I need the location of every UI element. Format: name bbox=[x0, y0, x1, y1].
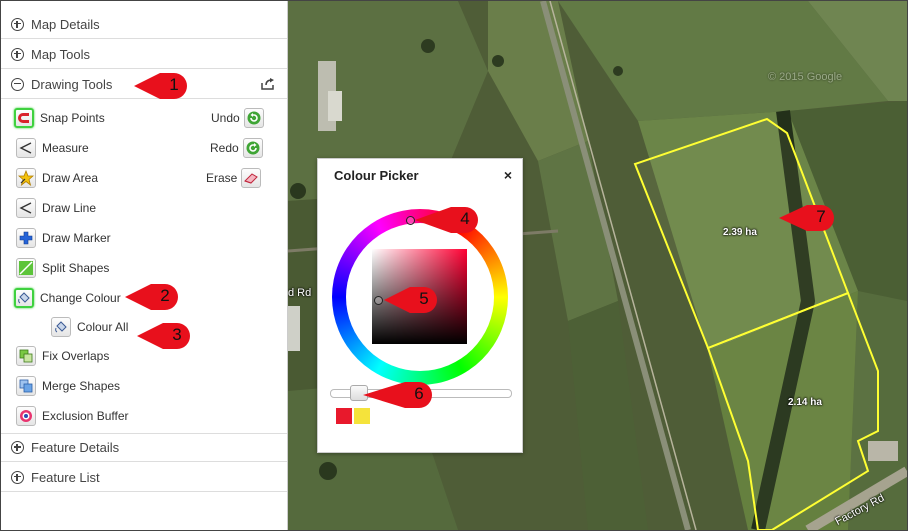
callout-number: 1 bbox=[169, 75, 179, 94]
tool-label: Draw Line bbox=[42, 201, 97, 215]
tool-label: Change Colour bbox=[40, 291, 121, 305]
callout-1: 1 bbox=[134, 72, 188, 100]
callout-number: 7 bbox=[816, 207, 826, 226]
tool-label: Erase bbox=[206, 171, 238, 185]
plus-circle-icon bbox=[11, 17, 24, 31]
hue-marker[interactable] bbox=[406, 216, 415, 225]
section-label: Map Tools bbox=[31, 46, 91, 62]
tool-label: Colour All bbox=[77, 320, 129, 334]
tool-label: Fix Overlaps bbox=[42, 349, 110, 363]
close-icon[interactable]: × bbox=[504, 167, 512, 183]
paint-bucket-icon bbox=[14, 288, 34, 308]
tool-draw-marker[interactable]: Draw Marker bbox=[16, 226, 111, 250]
tool-change-colour[interactable]: Change Colour bbox=[14, 286, 121, 310]
section-map-details[interactable]: Map Details bbox=[1, 10, 287, 39]
callout-number: 6 bbox=[414, 384, 424, 403]
tool-label: Split Shapes bbox=[42, 261, 110, 275]
callout-6: 6 bbox=[363, 381, 433, 409]
callout-5: 5 bbox=[384, 286, 438, 314]
dialog-title: Colour Picker bbox=[334, 168, 419, 183]
tool-label: Merge Shapes bbox=[42, 379, 121, 393]
callout-number: 5 bbox=[419, 289, 429, 308]
tool-fix-overlaps[interactable]: Fix Overlaps bbox=[16, 344, 109, 368]
callout-4: 4 bbox=[415, 206, 479, 234]
tool-merge-shapes[interactable]: Merge Shapes bbox=[16, 374, 120, 398]
tool-snap-points[interactable]: Snap Points bbox=[14, 106, 105, 130]
redo-icon bbox=[242, 138, 263, 158]
section-map-tools[interactable]: Map Tools bbox=[1, 40, 287, 69]
area-label: 2.14 ha bbox=[788, 397, 822, 408]
callout-number: 4 bbox=[460, 209, 470, 228]
tool-colour-all[interactable]: Colour All bbox=[51, 315, 128, 339]
tool-redo[interactable]: Redo bbox=[210, 137, 263, 159]
split-shapes-icon bbox=[16, 258, 36, 278]
callout-2: 2 bbox=[125, 283, 179, 311]
map-watermark: © 2015 Google bbox=[768, 71, 843, 83]
draw-line-icon bbox=[16, 198, 36, 218]
merge-icon bbox=[16, 376, 36, 396]
colour-swatch-outline[interactable] bbox=[354, 408, 370, 424]
section-label: Feature List bbox=[31, 469, 100, 485]
tool-label: Measure bbox=[42, 141, 89, 155]
tool-draw-area[interactable]: Draw Area bbox=[16, 166, 98, 190]
tool-measure[interactable]: Measure bbox=[16, 136, 89, 160]
colour-marker[interactable] bbox=[374, 296, 383, 305]
measure-icon bbox=[16, 138, 36, 158]
plus-circle-icon bbox=[11, 470, 24, 484]
section-label: Map Details bbox=[31, 16, 100, 32]
section-label: Feature Details bbox=[31, 440, 120, 455]
callout-7: 7 bbox=[779, 204, 835, 232]
tool-label: Draw Marker bbox=[42, 231, 111, 245]
tool-label: Undo bbox=[211, 111, 240, 125]
paint-bucket-icon bbox=[51, 317, 71, 337]
tool-label: Redo bbox=[210, 141, 239, 155]
draw-area-icon bbox=[16, 168, 36, 188]
section-feature-details[interactable]: Feature Details bbox=[1, 433, 287, 462]
undo-icon bbox=[243, 108, 264, 128]
section-feature-list[interactable]: Feature List bbox=[1, 463, 287, 492]
tool-label: Draw Area bbox=[42, 171, 99, 185]
callout-number: 2 bbox=[160, 286, 170, 305]
plus-circle-icon bbox=[11, 47, 24, 61]
tool-label: Snap Points bbox=[40, 111, 105, 125]
eraser-icon bbox=[241, 168, 262, 188]
tool-split-shapes[interactable]: Split Shapes bbox=[16, 256, 109, 280]
section-label: Drawing Tools bbox=[31, 76, 113, 92]
area-label: 2.39 ha bbox=[723, 227, 757, 238]
magnet-icon bbox=[14, 108, 34, 128]
tool-exclusion-buffer[interactable]: Exclusion Buffer bbox=[16, 404, 129, 428]
tool-erase[interactable]: Erase bbox=[206, 167, 262, 189]
tool-undo[interactable]: Undo bbox=[211, 107, 264, 129]
tool-label: Exclusion Buffer bbox=[42, 409, 129, 423]
minus-circle-icon bbox=[11, 77, 24, 91]
plus-circle-icon bbox=[11, 441, 24, 454]
tool-draw-line[interactable]: Draw Line bbox=[16, 196, 96, 220]
callout-number: 3 bbox=[172, 325, 182, 344]
target-icon bbox=[16, 406, 36, 426]
app-frame: Map Details Map Tools Drawing Tools Snap… bbox=[0, 0, 908, 531]
overlap-icon bbox=[16, 346, 36, 366]
marker-plus-icon bbox=[16, 228, 36, 248]
colour-swatch-fill[interactable] bbox=[336, 408, 352, 424]
road-label-left: d Rd bbox=[288, 287, 312, 299]
share-icon[interactable] bbox=[261, 78, 275, 90]
callout-3: 3 bbox=[137, 322, 191, 350]
